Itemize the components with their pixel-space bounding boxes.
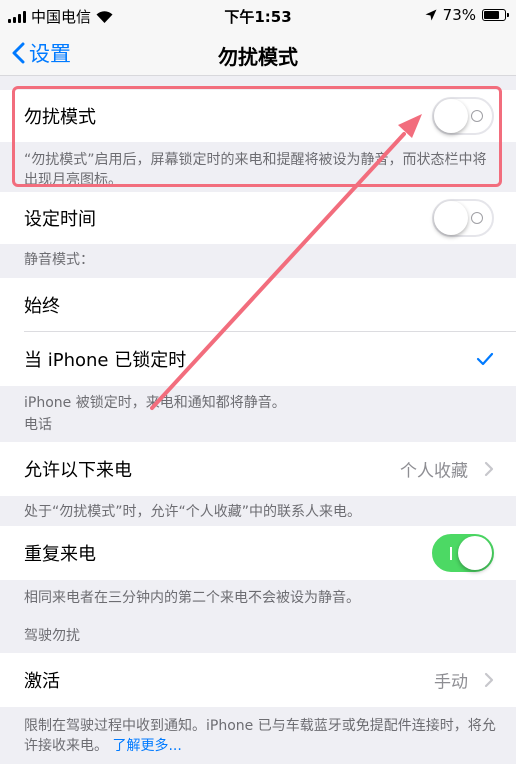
annotation-highlight-box [12,86,502,187]
silence-option-label: 始终 [24,296,60,317]
schedule-label: 设定时间 [24,209,96,230]
battery-icon [482,9,509,21]
learn-more-link[interactable]: 了解更多... [112,738,181,754]
silence-note: iPhone 被锁定时，来电和通知都将静音。 [24,395,286,411]
silence-option-locked[interactable]: 当 iPhone 已锁定时 [0,332,516,386]
driving-header: 驾驶勿扰 [24,628,80,644]
silence-option-label: 当 iPhone 已锁定时 [24,350,187,371]
driving-note: 限制在驾驶过程中收到通知。iPhone 已与车载蓝牙或免提配件连接时，将允许接收… [24,716,496,756]
driving-activate-row[interactable]: 激活 手动 [0,653,516,707]
driving-note-text: 限制在驾驶过程中收到通知。iPhone 已与车载蓝牙或免提配件连接时，将允许接收… [24,718,496,754]
battery-percent: 73% [442,6,476,24]
location-icon [425,9,437,21]
driving-activate-value: 手动 [434,672,468,693]
schedule-row: 设定时间 [0,192,516,244]
allow-calls-value: 个人收藏 [400,461,468,482]
schedule-toggle[interactable] [432,199,494,237]
repeated-calls-label: 重复来电 [24,544,96,565]
chevron-right-icon [484,672,494,688]
repeated-calls-toggle[interactable] [432,534,494,572]
silence-header: 静音模式： [24,252,94,268]
driving-activate-label: 激活 [24,671,60,692]
chevron-right-icon [484,461,494,477]
navigation-bar: 设置 勿扰模式 [0,30,516,76]
checkmark-icon [476,352,494,366]
allow-calls-row[interactable]: 允许以下来电 个人收藏 [0,442,516,496]
phone-header: 电话 [24,417,52,433]
allow-calls-note: 处于“勿扰模式”时，允许“个人收藏”中的联系人来电。 [24,504,362,520]
repeated-calls-row: 重复来电 [0,526,516,580]
page-title: 勿扰模式 [218,45,298,69]
repeated-calls-note: 相同来电者在三分钟内的第二个来电不会被设为静音。 [24,590,360,606]
status-bar: 中国电信 下午1:53 73% [0,0,516,30]
silence-option-always[interactable]: 始终 [0,278,516,332]
allow-calls-label: 允许以下来电 [24,460,132,481]
